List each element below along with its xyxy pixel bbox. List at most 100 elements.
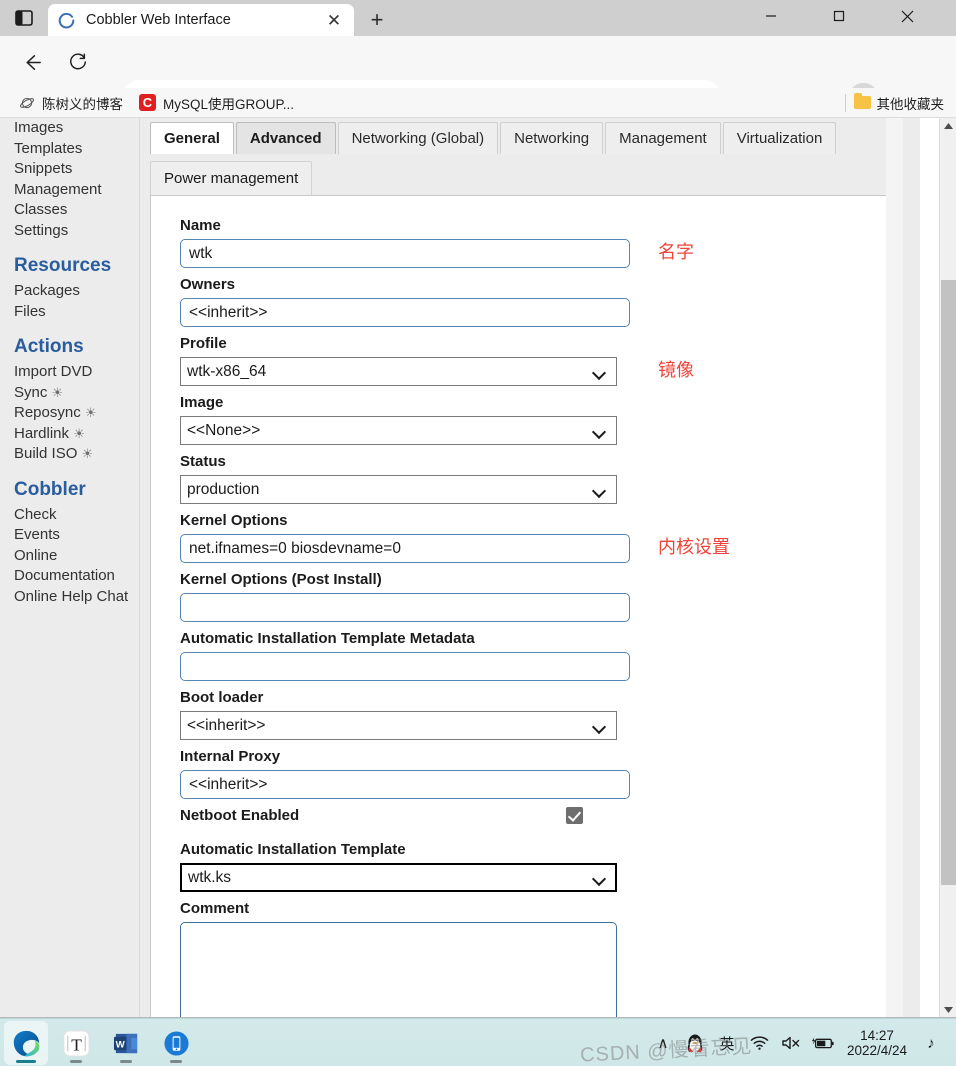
window-close-button[interactable]	[884, 0, 930, 32]
profile-select-wrap: wtk-x86_64	[180, 357, 617, 386]
sidebar-item-label: Management	[14, 180, 102, 198]
tab-title: Cobbler Web Interface	[86, 12, 231, 28]
sidebar-item-events[interactable]: Events	[14, 525, 139, 546]
cobbler-c-icon	[56, 10, 76, 30]
field-label: Automatic Installation Template Metadata	[180, 630, 475, 647]
boot-loader-select[interactable]: <<inherit>>	[180, 711, 617, 740]
cobbler-sidebar: Repos Images Templates Snippets Manageme…	[0, 118, 140, 1018]
scroll-down-icon[interactable]	[940, 1001, 956, 1018]
scroll-up-icon[interactable]	[940, 118, 956, 135]
reload-icon[interactable]	[62, 46, 94, 78]
kernel-options-input[interactable]	[180, 534, 630, 563]
page-scrollbar[interactable]	[939, 118, 956, 1018]
wifi-icon[interactable]	[744, 1020, 774, 1066]
form-tabs-row-2: Power management	[150, 161, 314, 195]
sidebar-item-label: Reposync	[14, 404, 81, 421]
tab-actions-icon[interactable]	[4, 2, 44, 34]
taskbar-phone-link-icon[interactable]	[154, 1021, 198, 1065]
bookmark-item[interactable]: C MySQL使用GROUP...	[131, 91, 302, 115]
qq-penguin-icon[interactable]	[680, 1020, 710, 1066]
tab-networking-global[interactable]: Networking (Global)	[337, 122, 499, 154]
taskbar-word-icon[interactable]: W	[104, 1021, 148, 1065]
chevron-up-icon[interactable]: ∧	[648, 1020, 678, 1066]
sidebar-heading-cobbler: Cobbler	[14, 478, 86, 500]
sidebar-item-management[interactable]: Management	[14, 180, 139, 201]
browser-window: Cobbler Web Interface ✕ + 不安全 https://19	[0, 0, 956, 1066]
owners-input[interactable]	[180, 298, 630, 327]
sidebar-item-reposync[interactable]: Reposync ☀	[14, 403, 139, 424]
sidebar-item-online-help-chat[interactable]: Online Help Chat	[14, 587, 139, 608]
sidebar-item-images[interactable]: Images	[14, 118, 139, 139]
notification-icon[interactable]: ♪	[916, 1020, 946, 1066]
sidebar-item-import-dvd[interactable]: Import DVD	[14, 362, 139, 383]
field-label: Owners	[180, 276, 236, 293]
other-favorites-label: 其他收藏夹	[876, 96, 945, 112]
bookmarks-bar: 陈树义的博客 C MySQL使用GROUP... 其他收藏夹	[0, 88, 956, 118]
tab-advanced[interactable]: Advanced	[235, 122, 336, 154]
sidebar-item-classes[interactable]: Classes	[14, 200, 139, 221]
sidebar-item-packages[interactable]: Packages	[14, 281, 139, 302]
autoinstall-template-select[interactable]: wtk.ks	[180, 863, 617, 892]
sidebar-item-snippets[interactable]: Snippets	[14, 159, 139, 180]
sidebar-item-label: Hardlink	[14, 424, 70, 442]
field-label: Boot loader	[180, 689, 264, 706]
minimize-button[interactable]	[748, 0, 794, 32]
sidebar-item-check[interactable]: Check	[14, 505, 139, 526]
sidebar-item-settings[interactable]: Settings	[14, 221, 139, 242]
windows-taskbar: T W ∧ 英 14:27 2022/4/24 ♪	[0, 1018, 956, 1066]
field-label: Profile	[180, 335, 227, 352]
sidebar-item-sync[interactable]: Sync ☀	[14, 383, 139, 404]
boot-loader-select-wrap: <<inherit>>	[180, 711, 617, 740]
name-input[interactable]	[180, 239, 630, 268]
ime-chinese-icon[interactable]: 英	[712, 1020, 742, 1066]
bookmark-item[interactable]: 陈树义的博客	[10, 91, 131, 115]
tab-networking[interactable]: Networking	[500, 122, 604, 154]
sidebar-item-online[interactable]: Online	[14, 546, 139, 567]
sidebar-item-label: Events	[14, 526, 60, 543]
tab-power-management[interactable]: Power management	[150, 161, 313, 195]
internal-proxy-input[interactable]	[180, 770, 630, 799]
taskbar-edge-icon[interactable]	[4, 1021, 48, 1065]
sidebar-item-label: Sync	[14, 383, 48, 401]
scrollbar-thumb[interactable]	[941, 280, 956, 885]
tab-label: Management	[619, 130, 707, 147]
tab-general[interactable]: General	[150, 122, 234, 154]
tab-virtualization[interactable]: Virtualization	[722, 122, 837, 154]
autoinstall-metadata-input[interactable]	[180, 652, 630, 681]
field-boot-loader: Boot loader <<inherit>>	[180, 688, 870, 740]
sidebar-item-build-iso[interactable]: Build ISO ☀	[14, 444, 139, 465]
sidebar-item-files[interactable]: Files	[14, 302, 139, 323]
sidebar-item-label: Documentation	[14, 567, 115, 584]
new-tab-button[interactable]: +	[362, 6, 392, 34]
other-favorites[interactable]: 其他收藏夹	[844, 91, 953, 115]
sidebar-item-label: Snippets	[14, 160, 73, 177]
taskbar-clock[interactable]: 14:27 2022/4/24	[840, 1020, 914, 1066]
close-icon[interactable]: ✕	[322, 8, 346, 32]
comment-textarea[interactable]	[180, 922, 617, 1018]
field-netboot-enabled: Netboot Enabled	[180, 806, 870, 832]
volume-muted-icon[interactable]	[776, 1020, 806, 1066]
profile-select[interactable]: wtk-x86_64	[180, 357, 617, 386]
field-kernel-options-post: Kernel Options (Post Install)	[180, 570, 870, 622]
maximize-button[interactable]	[816, 0, 862, 32]
status-select[interactable]: production	[180, 475, 617, 504]
page-viewport: Repos Images Templates Snippets Manageme…	[0, 118, 956, 1018]
sidebar-item-label: Images	[14, 119, 64, 136]
field-label: Kernel Options (Post Install)	[180, 571, 382, 588]
tab-label: Power management	[164, 170, 299, 187]
netboot-enabled-checkbox[interactable]	[566, 807, 583, 824]
field-status: Status production	[180, 452, 870, 504]
sidebar-item-templates[interactable]: Templates	[14, 139, 139, 160]
taskbar-running-indicator	[70, 1060, 82, 1063]
back-icon[interactable]	[16, 46, 48, 78]
image-select[interactable]: <<None>>	[180, 416, 617, 445]
browser-tab[interactable]: Cobbler Web Interface ✕	[48, 4, 354, 36]
inner-scrollbar[interactable]	[886, 118, 903, 1018]
battery-charging-icon[interactable]	[808, 1020, 838, 1066]
tab-management[interactable]: Management	[605, 122, 721, 154]
sidebar-item-hardlink[interactable]: Hardlink ☀	[14, 424, 139, 445]
kernel-options-post-input[interactable]	[180, 593, 630, 622]
sidebar-item-label: Build ISO	[14, 445, 78, 462]
taskbar-typora-icon[interactable]: T	[54, 1021, 98, 1065]
sidebar-item-documentation[interactable]: Documentation	[14, 566, 139, 587]
